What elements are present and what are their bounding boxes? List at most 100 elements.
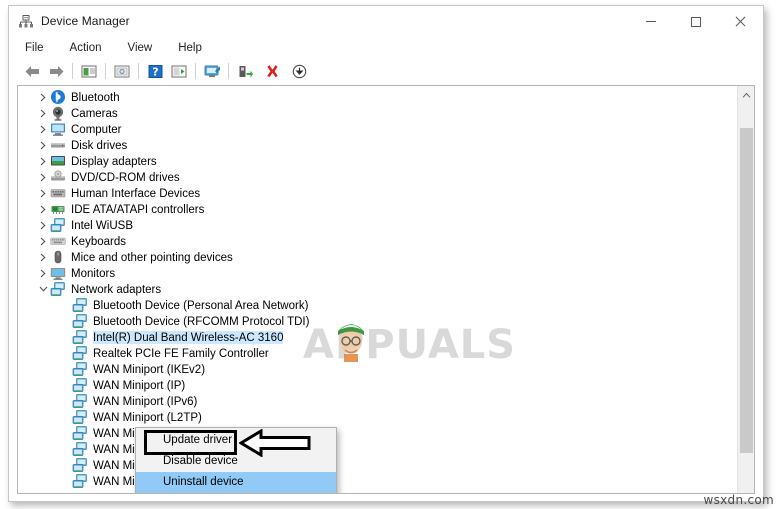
scrollbar-thumb[interactable] (740, 128, 753, 453)
network-adapter-icon (72, 425, 88, 441)
ide-controller-icon (50, 201, 66, 217)
chevron-right-icon[interactable] (36, 89, 50, 105)
tree-row[interactable]: WAN Miniport (IP) (18, 377, 737, 393)
chevron-right-icon[interactable] (36, 121, 50, 137)
tree-row-label: Network adapters (71, 283, 162, 296)
tree-row[interactable]: Bluetooth Device (RFCOMM Protocol TDI) (18, 313, 737, 329)
chevron-right-icon[interactable] (36, 233, 50, 249)
tree-row-label: Bluetooth Device (RFCOMM Protocol TDI) (93, 315, 310, 328)
tree-row[interactable]: WAN Miniport (IKEv2) (18, 361, 737, 377)
tree-row[interactable]: WAN Miniport (IPv6) (18, 393, 737, 409)
tree-row[interactable]: Computer (18, 121, 737, 137)
tree-row[interactable]: DVD/CD-ROM drives (18, 169, 737, 185)
chevron-down-icon[interactable] (36, 281, 50, 297)
toolbar-separator (138, 63, 139, 79)
tree-row-label: Realtek PCIe FE Family Controller (93, 347, 269, 360)
chevron-right-icon[interactable] (36, 105, 50, 121)
device-manager-window: Device Manager File Action View Help ? B… (8, 5, 764, 502)
mouse-icon (50, 249, 66, 265)
tree-row[interactable]: Keyboards (18, 233, 737, 249)
tree-row[interactable]: Bluetooth Device (Personal Area Network) (18, 297, 737, 313)
toolbar-separator (72, 63, 73, 79)
tree-row[interactable]: Intel(R) Dual Band Wireless-AC 3160 (18, 329, 737, 345)
tree-row-label: WAN Miniport (IPv6) (93, 395, 198, 408)
network-adapter-icon (72, 361, 88, 377)
display-adapter-icon (50, 153, 66, 169)
show-hidden-devices-icon[interactable] (167, 60, 191, 82)
chevron-right-icon[interactable] (36, 265, 50, 281)
scan-hardware-changes-icon[interactable] (200, 60, 224, 82)
tree-row[interactable]: WAN Miniport (Network Monitor) (18, 425, 737, 441)
tree-row[interactable]: WAN Miniport (L2TP) (18, 409, 737, 425)
close-button[interactable] (718, 6, 763, 37)
tree-row[interactable]: Network adapters (18, 281, 737, 297)
context-menu-item[interactable]: Disable device (136, 451, 336, 472)
minimize-icon (645, 21, 656, 22)
properties-icon[interactable] (77, 60, 101, 82)
context-menu[interactable]: Update driver Disable device Uninstall dev… (135, 427, 337, 493)
tree-row-label: Intel WiUSB (71, 219, 133, 232)
tree-row-label: Bluetooth Device (Personal Area Network) (93, 299, 309, 312)
help-icon[interactable]: ? (143, 60, 167, 82)
tree-row-label: Monitors (71, 267, 116, 280)
tree-row[interactable]: IDE ATA/ATAPI controllers (18, 201, 737, 217)
tree-row[interactable]: Disk drives (18, 137, 737, 153)
menu-file[interactable]: File (23, 40, 46, 56)
chevron-right-icon[interactable] (36, 217, 50, 233)
chevron-right-icon[interactable] (36, 249, 50, 265)
context-menu-item[interactable]: Update driver (136, 430, 336, 451)
update-driver-icon[interactable] (110, 60, 134, 82)
network-adapter-icon (72, 377, 88, 393)
tree-row[interactable]: Intel WiUSB (18, 217, 737, 233)
minimize-button[interactable] (628, 6, 673, 37)
tree-row[interactable]: Realtek PCIe FE Family Controller (18, 345, 737, 361)
tree-row[interactable]: WAN Miniport (SSTP) (18, 473, 737, 489)
context-menu-item[interactable]: Uninstall device (136, 472, 336, 493)
vertical-scrollbar[interactable] (737, 86, 754, 493)
chevron-right-icon[interactable] (36, 201, 50, 217)
tree-row[interactable]: WAN Miniport (PPTP) (18, 457, 737, 473)
chevron-right-icon[interactable] (36, 153, 50, 169)
chevron-right-icon[interactable] (36, 169, 50, 185)
network-adapter-icon (50, 281, 66, 297)
chevron-right-icon[interactable] (36, 137, 50, 153)
tree-row[interactable]: Display adapters (18, 153, 737, 169)
keyboard-icon (50, 233, 66, 249)
device-tree[interactable]: Bluetooth Cameras Computer Disk drives Displ… (18, 86, 737, 493)
menu-view[interactable]: View (126, 40, 155, 56)
monitor-icon (50, 265, 66, 281)
uninstall-device-icon[interactable] (260, 60, 284, 82)
tree-row[interactable]: Mice and other pointing devices (18, 249, 737, 265)
device-tree-panel: Bluetooth Cameras Computer Disk drives Displ… (17, 85, 755, 494)
tree-row[interactable]: Bluetooth (18, 89, 737, 105)
forward-icon[interactable] (44, 60, 68, 82)
network-adapter-icon (72, 457, 88, 473)
tree-row-label: Bluetooth (71, 91, 120, 104)
tree-row-label: Display adapters (71, 155, 157, 168)
toolbar-separator (105, 63, 106, 79)
tree-row[interactable]: Cameras (18, 105, 737, 121)
tree-row[interactable]: WAN Miniport (PPPOE) (18, 441, 737, 457)
scroll-up-icon[interactable] (738, 86, 754, 103)
toolbar-separator (228, 63, 229, 79)
network-adapter-icon (72, 329, 88, 345)
network-adapter-icon (72, 313, 88, 329)
tree-row[interactable]: Monitors (18, 265, 737, 281)
chevron-right-icon[interactable] (36, 185, 50, 201)
menu-action[interactable]: Action (68, 40, 104, 56)
enable-device-icon[interactable] (233, 60, 257, 82)
menu-help[interactable]: Help (176, 40, 204, 56)
network-adapter-icon (72, 409, 88, 425)
tree-row-label: Cameras (71, 107, 118, 120)
disk-drive-icon (50, 137, 66, 153)
tree-row-label: DVD/CD-ROM drives (71, 171, 180, 184)
tree-row[interactable]: Human Interface Devices (18, 185, 737, 201)
maximize-button[interactable] (673, 6, 718, 37)
disable-device-icon[interactable] (287, 60, 311, 82)
back-icon[interactable] (20, 60, 44, 82)
